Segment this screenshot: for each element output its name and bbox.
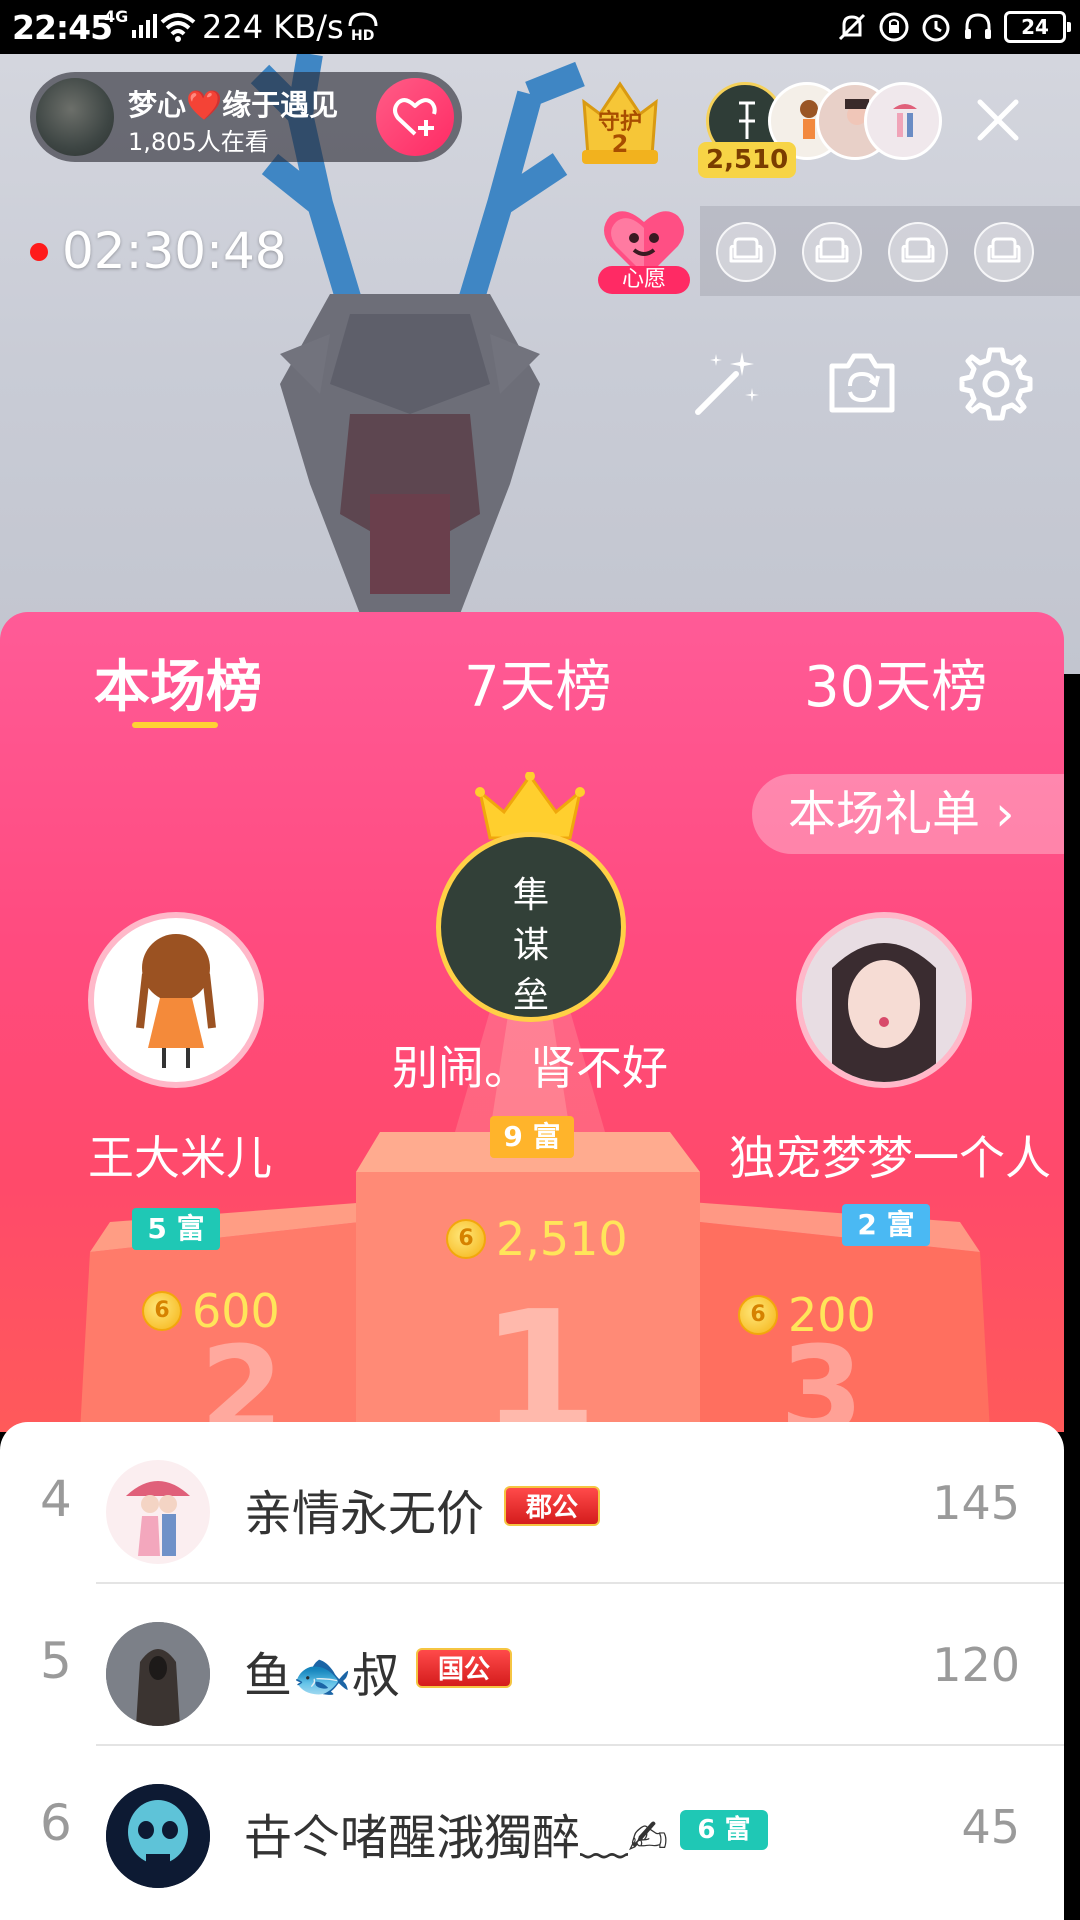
first-place-score: 6 2,510 — [446, 1212, 628, 1266]
user-name: 鱼🐟叔 — [244, 1648, 400, 1704]
tab-7-days[interactable]: 7天榜 — [464, 642, 612, 723]
third-place-avatar[interactable] — [796, 912, 972, 1088]
couple-avatar-art — [893, 104, 917, 137]
fortune-badge: 6 富 — [680, 1810, 768, 1850]
coin-icon: 6 — [446, 1219, 486, 1259]
user-score: 120 — [932, 1638, 1020, 1692]
status-bar: 22:45 4G 224 KB/s HD 24 — [0, 0, 1080, 54]
user-score: 145 — [932, 1476, 1020, 1530]
status-time: 22:45 — [12, 8, 113, 47]
rank-number: 5 — [40, 1632, 72, 1690]
girl-photo-avatar-art — [802, 918, 966, 1082]
tab-this-session[interactable]: 本场榜 — [94, 642, 262, 723]
first-place-avatar[interactable]: 隼 谋 垒 — [436, 832, 626, 1022]
empty-seat[interactable] — [802, 222, 862, 282]
empty-seat[interactable] — [888, 222, 948, 282]
skull-avatar-art — [106, 1784, 210, 1888]
rank-list: 4 亲情永无价 郡公 145 5 鱼🐟叔 国公 120 6 卋仒啫醒涐獨醉﹏✍ … — [0, 1422, 1064, 1920]
status-icons: 24 — [836, 10, 1071, 44]
heart-plus-icon — [393, 98, 437, 136]
second-place-score: 6 600 — [142, 1284, 280, 1338]
bell-off-icon — [838, 13, 866, 41]
list-item[interactable]: 6 卋仒啫醒涐獨醉﹏✍ 6 富 45 — [0, 1746, 1064, 1908]
rank-title-badge: 郡公 — [504, 1486, 600, 1526]
second-place-name: 王大米儿 — [88, 1131, 272, 1185]
third-place-name: 独宠梦梦一个人 — [729, 1131, 1051, 1185]
top-viewer-score: 2,510 — [698, 142, 797, 178]
sofa-icon — [901, 237, 935, 263]
lock-rotation-icon — [879, 12, 909, 42]
avatar[interactable] — [106, 1460, 210, 1564]
rank-number: 4 — [40, 1470, 72, 1528]
guard-badge[interactable]: 守护 2 — [574, 78, 666, 168]
sofa-icon — [815, 237, 849, 263]
live-dot — [30, 243, 48, 261]
battery-icon: 24 — [1004, 11, 1071, 43]
settings-gear-icon[interactable] — [956, 344, 1036, 424]
avatar[interactable] — [106, 1784, 210, 1888]
first-place-avatar-text: 隼 谋 垒 — [512, 875, 549, 1016]
close-icon[interactable] — [970, 92, 1026, 148]
first-place-fortune-badge: 9 富 — [490, 1116, 574, 1158]
anchor-name: 梦心❤️缘于遇见 — [128, 88, 339, 122]
second-place-fortune-badge: 5 富 — [132, 1208, 220, 1250]
girl-avatar-art — [136, 934, 216, 1068]
third-place-score: 6 200 — [738, 1288, 876, 1342]
third-place-fortune-badge: 2 富 — [842, 1204, 930, 1246]
user-score: 45 — [961, 1800, 1020, 1854]
third-place-score-value: 200 — [788, 1288, 876, 1342]
alarm-icon — [922, 14, 950, 42]
viewer-count: 1,805人在看 — [128, 128, 269, 156]
svg-text:1: 1 — [480, 1275, 598, 1432]
coin-icon: 6 — [738, 1295, 778, 1335]
first-place-name: 别闹。肾不好 — [392, 1041, 668, 1095]
battery-level: 24 — [1021, 15, 1049, 39]
tab-30-days[interactable]: 30天榜 — [804, 642, 987, 723]
couple-avatar-art — [126, 1481, 190, 1556]
wish-label[interactable]: 心愿 — [598, 266, 690, 294]
svg-text:HD: HD — [351, 28, 374, 42]
gift-list-button[interactable]: 本场礼单 › — [752, 774, 1064, 854]
list-item[interactable]: 4 亲情永无价 郡公 145 — [0, 1422, 1064, 1584]
anchor-info[interactable]: 梦心❤️缘于遇见 1,805人在看 — [30, 72, 462, 162]
guard-count: 2 — [611, 130, 629, 158]
wifi-icon — [160, 13, 196, 42]
live-duration: 02:30:48 — [62, 222, 287, 280]
list-item[interactable]: 5 鱼🐟叔 国公 120 — [0, 1584, 1064, 1746]
empty-seat[interactable] — [974, 222, 1034, 282]
anchor-avatar[interactable] — [36, 78, 114, 156]
sofa-icon — [987, 237, 1021, 263]
second-place-score-value: 600 — [192, 1284, 280, 1338]
viewer-avatar[interactable] — [864, 82, 942, 160]
second-place-avatar[interactable] — [88, 912, 264, 1088]
flip-camera-icon[interactable] — [822, 344, 902, 424]
magic-wand-icon[interactable] — [686, 344, 766, 424]
user-name: 亲情永无价 — [244, 1486, 485, 1542]
signal-icon — [132, 14, 157, 38]
coin-icon: 6 — [142, 1291, 182, 1331]
network-type: 4G — [104, 7, 129, 26]
active-tab-indicator — [132, 722, 218, 728]
calligraphy-avatar-art — [739, 101, 755, 139]
empty-seat[interactable] — [716, 222, 776, 282]
rank-number: 6 — [40, 1794, 72, 1852]
avatar[interactable] — [106, 1622, 210, 1726]
headphones-icon — [965, 13, 991, 39]
hd-call-icon: HD — [348, 12, 378, 42]
user-name: 卋仒啫醒涐獨醉﹏✍ — [244, 1810, 669, 1866]
svg-text:2: 2 — [200, 1322, 284, 1432]
follow-button[interactable] — [376, 78, 454, 156]
rank-title-badge: 国公 — [416, 1648, 512, 1688]
ranking-panel: 本场榜 7天榜 30天榜 本场礼单 › 2 3 1 隼 谋 垒 别闹。肾不好 王… — [0, 612, 1064, 1432]
first-place-score-value: 2,510 — [496, 1212, 628, 1266]
network-speed: 224 KB/s — [202, 8, 344, 46]
hooded-figure-avatar-art — [106, 1622, 210, 1726]
sofa-icon — [729, 237, 763, 263]
